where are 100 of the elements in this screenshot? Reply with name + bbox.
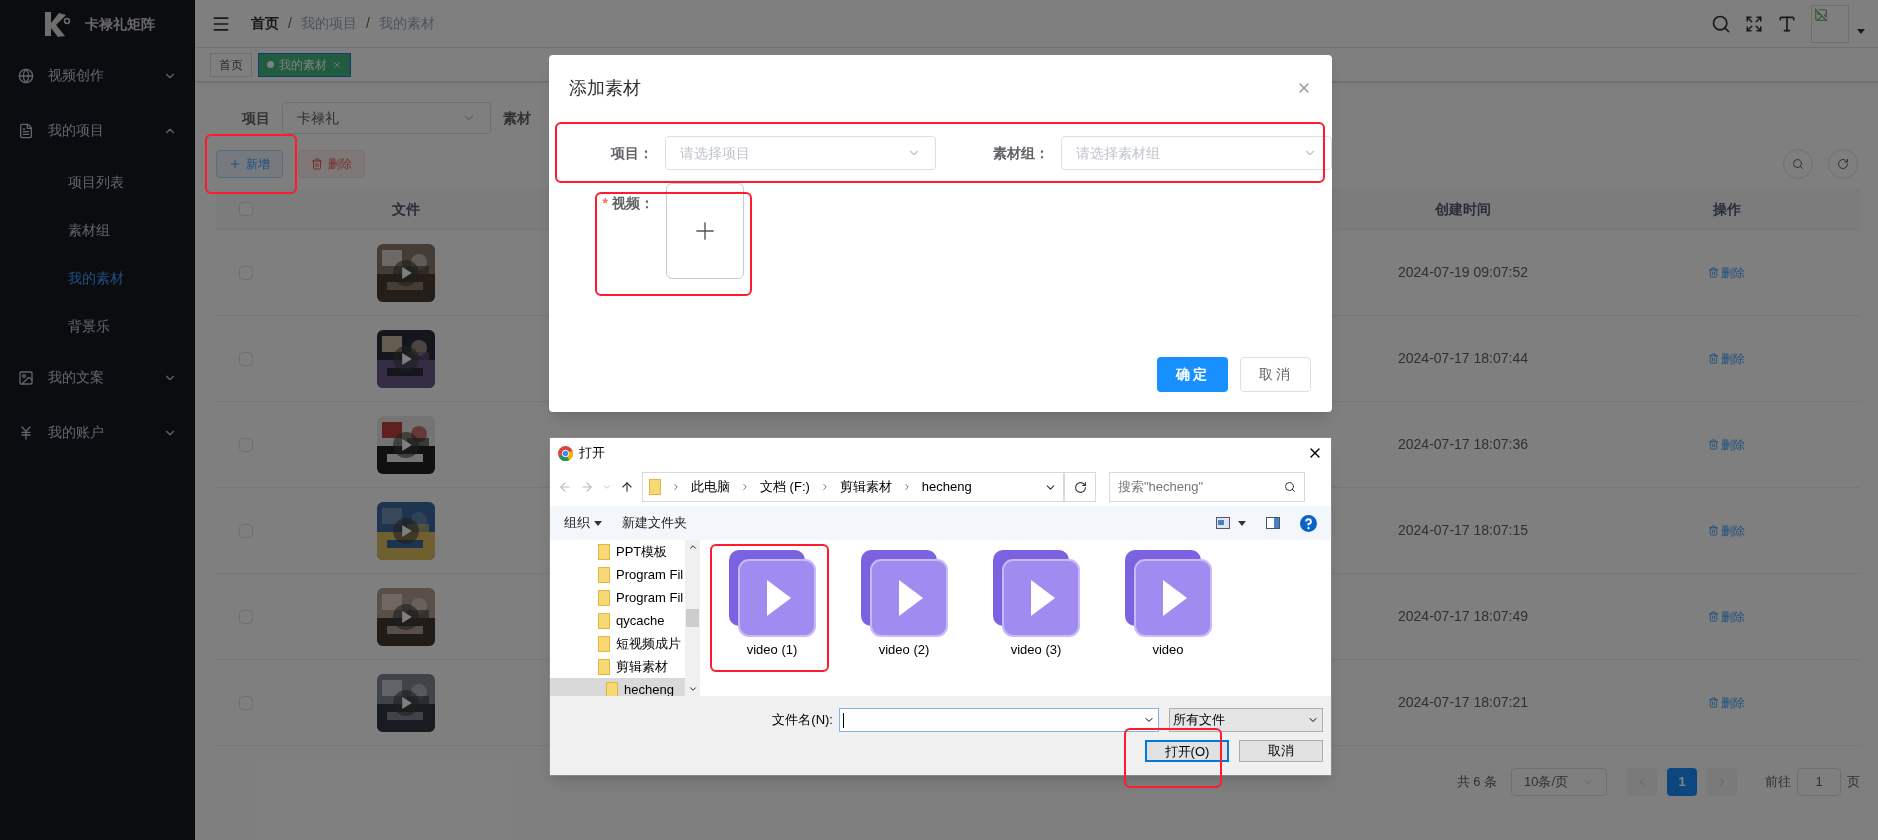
path-segment[interactable]: 文档 (F:): [760, 477, 810, 497]
field-label: 项目：: [609, 143, 655, 163]
required-mark: *: [602, 194, 608, 213]
help-icon[interactable]: [1300, 514, 1317, 532]
add-button[interactable]: 新增: [216, 150, 283, 178]
delete-link[interactable]: 删除: [1708, 521, 1745, 540]
filename-field[interactable]: [839, 708, 1159, 732]
view-icon[interactable]: [1216, 517, 1230, 529]
scroll-down-icon[interactable]: [687, 684, 698, 694]
path-separator-icon: [671, 482, 681, 492]
refresh-icon: [1837, 158, 1849, 170]
submenu-item[interactable]: 项目列表: [0, 158, 195, 206]
submenu-item[interactable]: 素材组: [0, 206, 195, 254]
brand-name: 卡禄礼矩阵: [84, 14, 155, 34]
breadcrumb-separator: /: [365, 14, 370, 33]
trash-icon: [1708, 439, 1719, 450]
menu-item[interactable]: 我的项目: [0, 103, 195, 158]
file-type-select[interactable]: 所有文件: [1169, 708, 1323, 732]
trash-icon: [1708, 525, 1719, 536]
folder-icon: [598, 612, 610, 629]
delete-link[interactable]: 删除: [1708, 693, 1745, 712]
cancel-button[interactable]: 取消: [1240, 357, 1311, 392]
path-segment[interactable]: 剪辑素材: [839, 477, 892, 497]
page-button[interactable]: 1: [1667, 768, 1697, 796]
folder-item[interactable]: 短视频成片: [550, 632, 700, 655]
total-count: 共 6 条: [1456, 773, 1497, 792]
folder-icon: [649, 479, 661, 495]
path-segment[interactable]: hecheng: [921, 477, 972, 497]
dialog-title: 打开: [579, 444, 606, 463]
fullscreen-icon[interactable]: [1745, 14, 1763, 33]
search-icon: [1284, 481, 1296, 493]
search-icon: [1792, 158, 1804, 170]
video-file-icon: [727, 548, 817, 638]
menu-item[interactable]: 我的文案: [0, 350, 195, 405]
refresh-button[interactable]: [1064, 472, 1096, 502]
caret-icon: [594, 520, 602, 526]
search-icon[interactable]: [1711, 13, 1731, 34]
select-field[interactable]: 请选择项目: [665, 136, 937, 170]
scrollbar[interactable]: [685, 540, 700, 696]
folder-item[interactable]: Program Fil: [550, 586, 700, 609]
submenu-item[interactable]: 背景乐: [0, 302, 195, 350]
video-file-icon: [859, 548, 949, 638]
filter-label: 项目: [242, 108, 270, 128]
open-button[interactable]: 打开(O): [1145, 740, 1229, 762]
dialog-title: 添加素材: [569, 76, 642, 100]
browser-logo-icon: [558, 445, 573, 461]
folder-icon: [598, 635, 610, 652]
filter-label: 素材: [503, 108, 531, 128]
column-header: 文件: [392, 199, 420, 219]
folder-item[interactable]: qycache: [550, 609, 700, 632]
folder-item[interactable]: Program Fil: [550, 563, 700, 586]
video-file-icon: [1123, 548, 1213, 638]
table-cell-text: 2024-07-17 18:07:36: [1398, 435, 1528, 454]
file-item[interactable]: video (2): [854, 548, 954, 696]
new-folder-button[interactable]: 新建文件夹: [622, 513, 687, 533]
search-field[interactable]: 搜索"hecheng": [1109, 472, 1305, 502]
delete-link[interactable]: 删除: [1708, 607, 1745, 626]
breadcrumb-item[interactable]: 首页: [251, 13, 279, 34]
goto-label: 前往: [1765, 773, 1791, 792]
trash-icon: [1708, 611, 1719, 622]
file-item[interactable]: video (1): [722, 548, 822, 696]
menu-item[interactable]: 我的账户: [0, 405, 195, 460]
scroll-up-icon[interactable]: [687, 542, 698, 552]
file-item[interactable]: video (3): [986, 548, 1086, 696]
submenu-item[interactable]: 我的素材: [0, 254, 195, 302]
page-input[interactable]: 1: [1797, 768, 1841, 796]
select-field[interactable]: 请选择素材组: [1061, 136, 1332, 170]
column-header: 创建时间: [1435, 199, 1491, 219]
cancel-button[interactable]: 取消: [1239, 740, 1323, 762]
trash-icon: [1708, 267, 1719, 278]
preview-pane-icon[interactable]: [1266, 517, 1280, 529]
page-size-select[interactable]: 10条/页: [1511, 768, 1607, 796]
trash-icon: [1708, 697, 1719, 708]
address-bar[interactable]: 此电脑 文档 (F:) 剪辑素材 hecheng: [642, 472, 1064, 502]
folder-item[interactable]: 剪辑素材: [550, 655, 700, 678]
table-cell-text: 2024-07-19 09:07:52: [1398, 263, 1528, 282]
delete-link[interactable]: 删除: [1708, 435, 1745, 454]
refresh-icon: [1073, 480, 1087, 494]
upload-box[interactable]: [666, 183, 744, 279]
page-tab[interactable]: 我的素材: [258, 52, 351, 77]
project-select[interactable]: 卡禄礼: [282, 102, 491, 134]
path-segment[interactable]: 此电脑: [691, 477, 730, 497]
menu-item[interactable]: 视频创作: [0, 48, 195, 103]
page-tab[interactable]: 首页: [210, 52, 252, 77]
field-label: 素材组：: [992, 143, 1051, 163]
confirm-button[interactable]: 确定: [1157, 357, 1228, 392]
column-header: 操作: [1712, 199, 1741, 219]
file-item[interactable]: video: [1118, 548, 1218, 696]
caret-icon[interactable]: [1238, 520, 1246, 526]
up-icon[interactable]: [620, 480, 634, 494]
folder-icon: [598, 589, 610, 606]
folder-item[interactable]: PPT模板: [550, 540, 700, 563]
delete-link[interactable]: 删除: [1708, 263, 1745, 282]
scroll-thumb[interactable]: [686, 609, 699, 627]
broken-image-icon: [1814, 7, 1828, 22]
folder-icon: [598, 566, 610, 583]
organize-menu[interactable]: 组织: [564, 513, 602, 533]
delete-link[interactable]: 删除: [1708, 349, 1745, 368]
table-cell-text: 2024-07-17 18:07:44: [1398, 349, 1528, 368]
text-cursor: [843, 712, 844, 728]
